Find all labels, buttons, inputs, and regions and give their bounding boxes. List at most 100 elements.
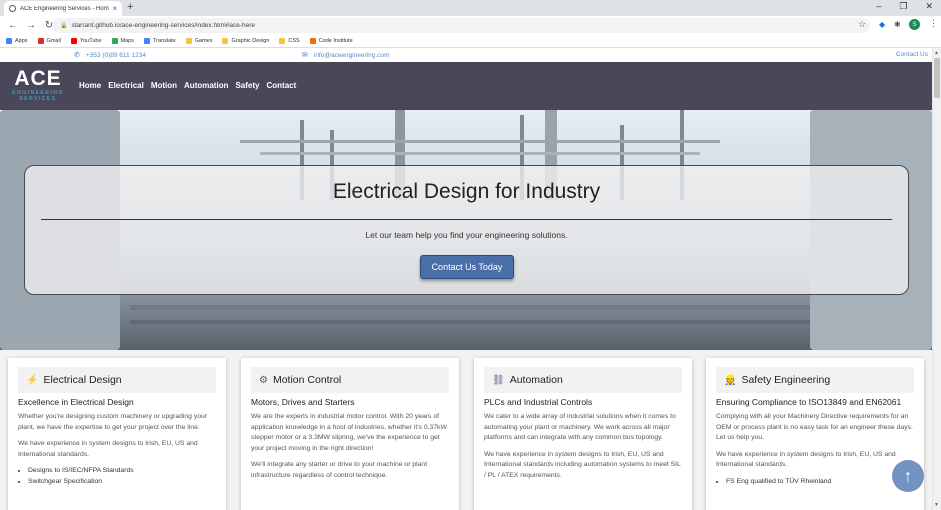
service-card-paragraph: We have experience in system designs to … xyxy=(18,440,198,458)
network-icon: ⛓ xyxy=(492,374,505,386)
bookmark-icon xyxy=(111,38,118,44)
service-card-header: ⚡ Electrical Design xyxy=(18,367,216,393)
favicon-icon xyxy=(9,5,16,12)
service-card: 👷 Safety Engineering Ensuring Compliance t… xyxy=(706,358,924,510)
service-card-paragraph: We cater to a wide array of industrial s… xyxy=(484,413,676,441)
browser-toolbar: ← → ↻ 🔒 starrant.github.io/ace-engineeri… xyxy=(0,16,941,35)
gear-icon: ⚙ xyxy=(259,374,268,386)
bookmark-graphic-design[interactable]: Graphic Design xyxy=(222,38,269,44)
bookmark-translate[interactable]: Translate xyxy=(144,38,176,44)
bookmark-label: Graphic Design xyxy=(231,38,270,44)
contact-us-today-button[interactable]: Contact Us Today xyxy=(420,255,514,279)
bolt-icon: ⚡ xyxy=(26,374,39,386)
scrollbar-thumb[interactable] xyxy=(934,58,940,98)
profile-avatar[interactable]: S xyxy=(909,19,920,30)
nav-link-contact[interactable]: Contact xyxy=(266,81,296,90)
tab-close-icon[interactable]: × xyxy=(112,4,117,13)
service-card: ⚡ Electrical Design Excellence in Electric… xyxy=(8,358,226,510)
list-item: Designs to IS/IEC/NFPA Standards xyxy=(28,466,216,477)
email-info: ✉ info@aceengineering.com xyxy=(302,51,390,60)
service-card-title: Electrical Design xyxy=(43,374,122,386)
user-shield-icon: 👷 xyxy=(724,374,737,386)
hero-title: Electrical Design for Industry xyxy=(332,180,601,203)
bookmark-css[interactable]: CSS xyxy=(279,38,300,44)
service-card-header: ⚙ Motion Control xyxy=(251,367,449,393)
bookmark-label: Maps xyxy=(120,38,134,44)
nav-link-safety[interactable]: Safety xyxy=(235,81,259,90)
hero-card: Electrical Design for Industry Let our t… xyxy=(24,165,909,295)
phone-info: ✆ +353 (0)89 611 1234 xyxy=(74,51,146,60)
nav-link-automation[interactable]: Automation xyxy=(184,81,228,90)
tab-title: ACE Engineering Services - Hom xyxy=(20,5,109,12)
extension-icon[interactable]: ◆ xyxy=(879,20,885,29)
bookmark-icon xyxy=(222,38,229,44)
forward-icon[interactable]: → xyxy=(26,20,36,31)
nav-link-electrical[interactable]: Electrical xyxy=(108,81,144,90)
bookmark-icon xyxy=(37,38,44,44)
bookmark-code-institute[interactable]: Code Institute xyxy=(309,38,353,44)
site-logo[interactable]: ACE ENGINEERING SERVICES xyxy=(8,67,68,103)
service-card-header: ⛓ Automation xyxy=(484,367,682,393)
bookmark-icon xyxy=(279,38,286,44)
logo-subtitle-2: SERVICES xyxy=(19,96,57,102)
bookmark-maps[interactable]: Maps xyxy=(111,38,134,44)
bookmark-gmail[interactable]: Gmail xyxy=(37,38,61,44)
phone-number[interactable]: +353 (0)89 611 1234 xyxy=(86,52,146,59)
services-section: ⚡ Electrical Design Excellence in Electric… xyxy=(0,358,932,510)
address-bar[interactable]: 🔒 starrant.github.io/ace-engineering-ser… xyxy=(52,18,870,33)
bookmark-games[interactable]: Games xyxy=(185,38,213,44)
bookmarks-bar: Apps Gmail YouTube Maps Translate Games Graphi… xyxy=(0,35,941,48)
bookmark-youtube[interactable]: YouTube xyxy=(70,38,102,44)
bookmark-icon xyxy=(309,38,316,44)
service-card-subtitle: Ensuring Compliance to ISO13849 and EN62… xyxy=(716,397,902,407)
hero-divider xyxy=(41,219,892,220)
contact-topbar: ✆ +353 (0)89 611 1234 ✉ info@aceengineer… xyxy=(0,48,932,62)
list-item: FS Eng qualified to TÜV Rheinland xyxy=(726,477,914,488)
bookmark-label: CSS xyxy=(288,38,300,44)
close-window-button[interactable]: ✕ xyxy=(925,1,933,12)
lock-icon: 🔒 xyxy=(60,23,68,29)
envelope-icon: ✉ xyxy=(302,52,308,59)
service-card-list: FS Eng qualified to TÜV Rheinland xyxy=(726,477,914,488)
service-card-list: Designs to IS/IEC/NFPA StandardsSwitchge… xyxy=(28,466,216,487)
service-card-title: Safety Engineering xyxy=(741,374,831,386)
main-navbar: ACE ENGINEERING SERVICES Home Electrical… xyxy=(0,62,932,110)
scroll-down-arrow-icon[interactable]: ▼ xyxy=(934,502,939,508)
nav-link-home[interactable]: Home xyxy=(79,81,101,90)
bookmark-icon xyxy=(70,38,77,44)
service-card-paragraph: We have experience in system designs to … xyxy=(484,450,681,479)
bookmark-apps[interactable]: Apps xyxy=(6,38,28,44)
back-icon[interactable]: ← xyxy=(8,20,18,31)
email-address[interactable]: info@aceengineering.com xyxy=(314,52,390,59)
service-card-body: Whether you're designing custom machiner… xyxy=(18,412,216,460)
url-text: starrant.github.io/ace-engineering-servi… xyxy=(71,22,256,29)
bookmark-label: Games xyxy=(194,38,213,44)
scroll-up-arrow-icon[interactable]: ▲ xyxy=(934,50,939,56)
service-card-body: We cater to a wide array of industrial s… xyxy=(484,412,682,481)
puzzle-icon[interactable]: ✱ xyxy=(894,20,901,29)
new-tab-button[interactable]: + xyxy=(127,1,133,13)
restore-button[interactable]: ❐ xyxy=(899,1,907,12)
contact-us-link[interactable]: Contact Us xyxy=(896,51,928,58)
list-item: Switchgear Specification xyxy=(28,477,216,488)
bookmark-label: Gmail xyxy=(46,38,61,44)
page-scrollbar[interactable]: ▲ ▼ xyxy=(932,48,941,510)
service-card-header: 👷 Safety Engineering xyxy=(716,367,914,393)
logo-text: ACE xyxy=(14,67,62,90)
service-card-title: Motion Control xyxy=(272,374,342,386)
bookmark-star-icon[interactable]: ☆ xyxy=(858,19,866,30)
service-card-subtitle: Motors, Drives and Starters xyxy=(251,397,355,407)
scroll-to-top-button[interactable]: ↑ xyxy=(892,460,924,492)
bookmark-label: Translate xyxy=(153,38,176,44)
minimize-button[interactable]: – xyxy=(876,1,881,12)
service-card-title: Automation xyxy=(509,374,563,386)
browser-tab[interactable]: ACE Engineering Services - Hom × xyxy=(4,1,122,16)
service-card-paragraph: We'll integrate any starter or drive to … xyxy=(251,461,428,479)
bookmark-label: Code Institute xyxy=(318,38,353,44)
service-card-body: Complying with all your Machinery Direct… xyxy=(716,412,914,471)
bookmark-label: YouTube xyxy=(79,38,102,44)
nav-link-motion[interactable]: Motion xyxy=(151,81,177,90)
browser-menu-icon[interactable]: ⋮ xyxy=(929,18,938,29)
window-controls: – ❐ ✕ xyxy=(876,1,933,12)
service-card-paragraph: Complying with all your Machinery Direct… xyxy=(716,413,913,441)
